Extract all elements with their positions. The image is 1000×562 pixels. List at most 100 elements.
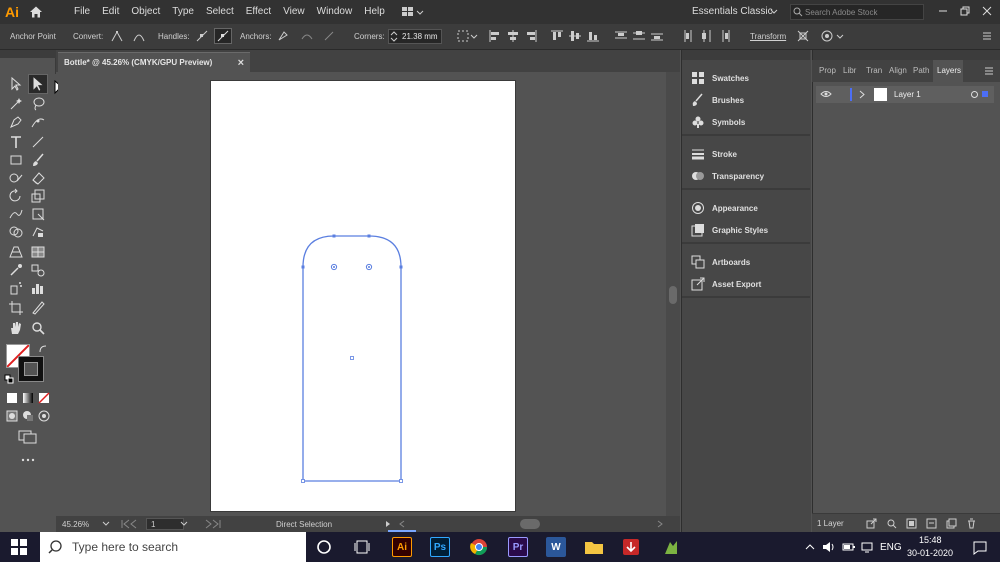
workspace-switcher[interactable]: Essentials Classic bbox=[692, 6, 773, 17]
arrange-documents-icon[interactable] bbox=[401, 6, 425, 18]
distribute-top-icon[interactable] bbox=[614, 29, 628, 43]
new-sublayer-icon[interactable] bbox=[926, 518, 937, 529]
panel-stroke[interactable]: Stroke bbox=[682, 143, 810, 165]
chrome-taskbar-icon[interactable] bbox=[470, 538, 488, 556]
free-transform-icon[interactable] bbox=[30, 206, 46, 222]
download-app-icon[interactable] bbox=[622, 538, 640, 556]
layer-row[interactable]: Layer 1 bbox=[816, 86, 994, 103]
symbol-sprayer-icon[interactable] bbox=[8, 280, 24, 296]
remove-anchor-icon[interactable] bbox=[276, 29, 290, 43]
menu-effect[interactable]: Effect bbox=[240, 0, 277, 24]
rectangle-tool-icon[interactable] bbox=[8, 152, 24, 168]
curvature-tool-icon[interactable] bbox=[30, 114, 46, 130]
align-vcenter-icon[interactable] bbox=[568, 29, 582, 43]
isolate-icon[interactable] bbox=[796, 29, 810, 43]
blend-tool-icon[interactable] bbox=[30, 262, 46, 278]
mesh-tool-icon[interactable] bbox=[30, 244, 46, 260]
select-similar-icon[interactable] bbox=[456, 29, 470, 43]
target-icon[interactable] bbox=[970, 90, 979, 99]
magic-wand-icon[interactable] bbox=[8, 96, 24, 112]
panel-graphic-styles[interactable]: Graphic Styles bbox=[682, 219, 810, 241]
gradient-mode-icon[interactable] bbox=[22, 392, 34, 404]
stock-search-input[interactable]: Search Adobe Stock bbox=[790, 4, 924, 20]
warp-tool-icon[interactable] bbox=[8, 206, 24, 222]
hide-handles-button[interactable] bbox=[214, 28, 232, 44]
menu-help[interactable]: Help bbox=[358, 0, 391, 24]
tab-libraries[interactable]: Libr bbox=[843, 66, 856, 75]
chevron-down-icon[interactable] bbox=[180, 520, 188, 528]
new-layer-icon[interactable] bbox=[946, 518, 957, 529]
recolor-icon[interactable] bbox=[820, 29, 834, 43]
chevron-right-icon[interactable] bbox=[656, 520, 664, 528]
menu-select[interactable]: Select bbox=[200, 0, 240, 24]
draw-inside-icon[interactable] bbox=[38, 410, 50, 422]
shape-builder-icon[interactable] bbox=[8, 224, 24, 240]
task-view-icon[interactable] bbox=[354, 539, 370, 555]
type-tool-icon[interactable] bbox=[8, 134, 24, 150]
word-taskbar-icon[interactable]: W bbox=[546, 537, 566, 557]
layer-name[interactable]: Layer 1 bbox=[894, 90, 921, 99]
current-tool-status[interactable]: Direct Selection bbox=[276, 520, 332, 529]
selection-indicator[interactable] bbox=[982, 91, 988, 97]
anchor-point[interactable] bbox=[399, 265, 403, 269]
tab-align[interactable]: Align bbox=[889, 66, 907, 75]
cortana-icon[interactable] bbox=[316, 539, 332, 555]
menu-window[interactable]: Window bbox=[311, 0, 359, 24]
panel-asset-export[interactable]: Asset Export bbox=[682, 273, 810, 295]
shaper-tool-icon[interactable] bbox=[8, 170, 24, 186]
lasso-icon[interactable] bbox=[30, 96, 46, 112]
chevron-down-icon[interactable] bbox=[102, 520, 110, 528]
photoshop-taskbar-icon[interactable]: Ps bbox=[430, 537, 450, 557]
panel-transparency[interactable]: Transparency bbox=[682, 165, 810, 187]
distribute-bottom-icon[interactable] bbox=[650, 29, 664, 43]
tab-transform[interactable]: Tran bbox=[866, 66, 882, 75]
play-status-icon[interactable] bbox=[384, 520, 392, 528]
export-layer-icon[interactable] bbox=[866, 518, 877, 529]
menu-type[interactable]: Type bbox=[166, 0, 200, 24]
default-colors-icon[interactable] bbox=[4, 374, 14, 384]
show-handles-icon[interactable] bbox=[195, 29, 209, 43]
perspective-grid-icon[interactable] bbox=[8, 244, 24, 260]
restore-button[interactable] bbox=[958, 4, 972, 18]
anchor-point[interactable] bbox=[301, 479, 305, 483]
direct-selection-tool[interactable] bbox=[28, 74, 48, 94]
tab-properties[interactable]: Prop bbox=[819, 66, 836, 75]
draw-normal-icon[interactable] bbox=[6, 410, 18, 422]
distribute-hcenter-icon[interactable] bbox=[700, 29, 714, 43]
windows-start-icon[interactable] bbox=[11, 539, 27, 555]
bottle-shape-path[interactable] bbox=[296, 228, 408, 488]
rotate-tool-icon[interactable] bbox=[8, 188, 24, 204]
file-explorer-icon[interactable] bbox=[584, 539, 604, 555]
live-paint-icon[interactable] bbox=[30, 224, 46, 240]
taskbar-search-box[interactable]: Type here to search bbox=[40, 532, 306, 562]
stepper-icon[interactable] bbox=[389, 30, 399, 43]
scroll-thumb[interactable] bbox=[669, 286, 677, 304]
illustrator-taskbar-icon[interactable]: Ai bbox=[392, 537, 412, 557]
panel-symbols[interactable]: Symbols bbox=[682, 111, 810, 133]
anchor-point[interactable] bbox=[399, 479, 403, 483]
eye-icon[interactable] bbox=[820, 89, 832, 99]
draw-behind-icon[interactable] bbox=[22, 410, 34, 422]
cut-path-icon[interactable] bbox=[322, 29, 336, 43]
connect-anchor-icon[interactable] bbox=[300, 29, 314, 43]
artboard-tool-icon[interactable] bbox=[8, 300, 24, 316]
color-mode-icon[interactable] bbox=[6, 392, 18, 404]
stroke-swatch[interactable] bbox=[18, 356, 44, 382]
network-icon[interactable] bbox=[860, 541, 874, 553]
clipping-mask-icon[interactable] bbox=[906, 518, 917, 529]
scale-tool-icon[interactable] bbox=[30, 188, 46, 204]
distribute-vcenter-icon[interactable] bbox=[632, 29, 646, 43]
locate-object-icon[interactable] bbox=[886, 518, 897, 529]
anchor-point[interactable] bbox=[301, 265, 305, 269]
distribute-left-icon[interactable] bbox=[682, 29, 696, 43]
chevron-down-icon[interactable] bbox=[770, 8, 778, 16]
panel-swatches[interactable]: Swatches bbox=[682, 67, 810, 89]
anchor-point[interactable] bbox=[332, 234, 336, 238]
pen-tool-icon[interactable] bbox=[8, 114, 24, 130]
home-icon[interactable] bbox=[24, 0, 48, 24]
paintbrush-icon[interactable] bbox=[30, 152, 46, 168]
convert-smooth-icon[interactable] bbox=[132, 29, 146, 43]
chevron-up-icon[interactable] bbox=[804, 541, 816, 553]
screen-mode-icon[interactable] bbox=[18, 430, 38, 444]
none-mode-icon[interactable] bbox=[38, 392, 50, 404]
